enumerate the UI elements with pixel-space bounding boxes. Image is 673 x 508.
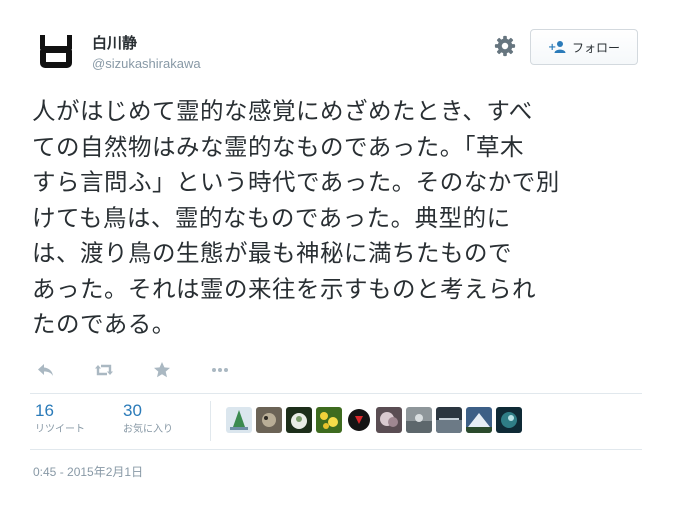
tweet-line: あった。それは霊の来往を示すものと考えられ bbox=[32, 274, 536, 303]
retweet-label: リツイート bbox=[35, 424, 85, 435]
favorite-count[interactable]: 30 bbox=[123, 401, 173, 421]
favorite-label: お気に入り bbox=[123, 424, 173, 435]
favoriter-avatar[interactable] bbox=[226, 407, 252, 433]
favoriter-avatar[interactable] bbox=[256, 407, 282, 433]
tweet-timestamp[interactable]: 0:45 - 2015年2月1日 bbox=[33, 463, 143, 480]
tweet-line: は、渡り鳥の生態が最も神秘に満ちたもので bbox=[32, 239, 512, 267]
tweet-line: けても鳥は、霊的なものであった。典型的に bbox=[32, 203, 511, 232]
gear-icon[interactable] bbox=[494, 35, 516, 57]
favorited-by-avatars bbox=[226, 407, 522, 433]
favoriter-avatar[interactable] bbox=[406, 407, 432, 433]
tweet-line: すら言問ふ」という時代であった。そのなかで別 bbox=[32, 168, 560, 196]
favoriter-avatar[interactable] bbox=[436, 407, 462, 433]
more-icon[interactable] bbox=[210, 360, 230, 380]
divider-bottom bbox=[30, 449, 642, 450]
tweet-actions bbox=[36, 360, 230, 380]
favoriter-avatar[interactable] bbox=[496, 407, 522, 433]
tweet-line: ての自然物はみな霊的なものであった。「草木 bbox=[32, 132, 525, 161]
user-name[interactable]: 白川静 bbox=[92, 34, 201, 52]
favoriter-avatar[interactable] bbox=[316, 407, 342, 433]
retweet-stat[interactable]: 16 リツイート bbox=[35, 401, 85, 437]
favorite-icon[interactable] bbox=[152, 360, 172, 380]
user-info[interactable]: 白川静 @sizukashirakawa bbox=[92, 34, 201, 72]
tweet-text: 人がはじめて霊的な感覚にめざめたとき、すべ ての自然物はみな霊的なものであった。… bbox=[32, 94, 642, 343]
person-add-icon: + bbox=[548, 41, 566, 53]
favoriter-avatar[interactable] bbox=[286, 407, 312, 433]
tweet-line: 人がはじめて霊的な感覚にめざめたとき、すべ bbox=[32, 97, 533, 125]
follow-label: フォロー bbox=[571, 40, 620, 55]
reply-icon[interactable] bbox=[36, 360, 56, 380]
avatar[interactable] bbox=[36, 32, 76, 72]
tweet-line: たのである。 bbox=[32, 310, 176, 338]
stats-divider bbox=[210, 401, 211, 441]
favoriter-avatar[interactable] bbox=[466, 407, 492, 433]
favorite-stat[interactable]: 30 お気に入り bbox=[123, 401, 173, 437]
divider-top bbox=[30, 393, 642, 394]
user-handle[interactable]: @sizukashirakawa bbox=[92, 56, 201, 72]
favoriter-avatar[interactable] bbox=[346, 407, 372, 433]
follow-button[interactable]: + フォロー bbox=[530, 29, 638, 65]
retweet-icon[interactable] bbox=[94, 360, 114, 380]
retweet-count[interactable]: 16 bbox=[35, 401, 85, 421]
favoriter-avatar[interactable] bbox=[376, 407, 402, 433]
